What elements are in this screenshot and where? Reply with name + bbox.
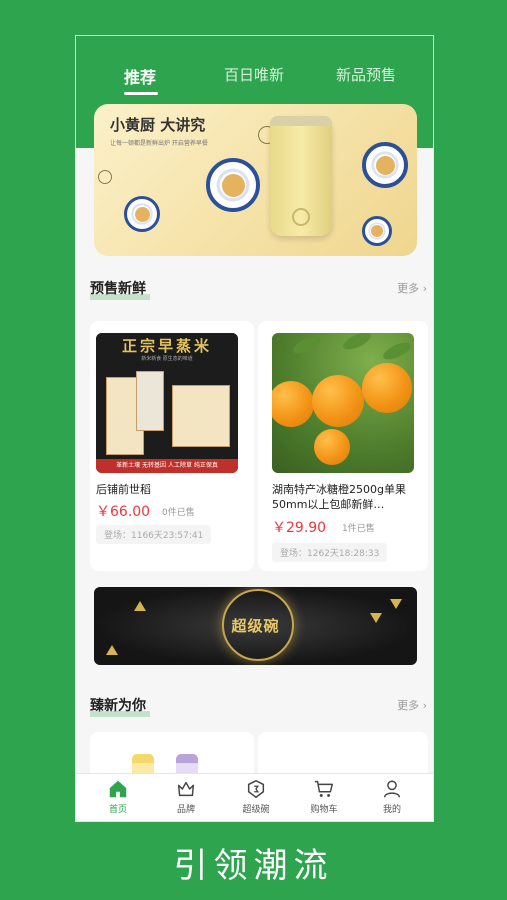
- user-icon: [383, 780, 401, 798]
- bowl-icon: [247, 780, 265, 798]
- product-price: ￥29.90: [272, 520, 327, 536]
- nav-label: 首页: [108, 805, 127, 815]
- image-caption-strip: 革新土壤 无转基因 人工除草 纯正保真: [96, 459, 238, 473]
- cart-icon: [314, 780, 333, 797]
- triangle-decoration: [134, 601, 146, 611]
- banner-subtitle: 让每一顿都是新鲜出炉 开启营养早餐: [110, 140, 208, 147]
- nav-super-bowl[interactable]: 超级碗: [226, 778, 286, 815]
- tab-recommend[interactable]: 推荐: [124, 64, 156, 88]
- nav-label: 超级碗: [242, 805, 270, 815]
- nav-brand[interactable]: 品牌: [156, 778, 216, 815]
- product-card-partial[interactable]: [90, 732, 254, 784]
- nav-cart[interactable]: 购物车: [294, 778, 354, 815]
- super-bowl-promo-banner[interactable]: 超级碗: [94, 587, 417, 665]
- product-image: 正宗早蒸米 新米新食 原生态的味道 革新土壤 无转基因 人工除草 纯正保真: [96, 333, 238, 473]
- more-link[interactable]: 更多 ›: [397, 280, 427, 296]
- tab-hundred-days[interactable]: 百日唯新: [224, 64, 284, 85]
- section-title: 预售新鲜: [90, 281, 146, 297]
- countdown-badge: 登场：1262天18:28:33: [272, 543, 388, 562]
- presale-section-header: 预售新鲜 更多 ›: [76, 274, 433, 302]
- nav-label: 购物车: [310, 805, 338, 815]
- nav-profile[interactable]: 我的: [362, 778, 422, 815]
- nav-home[interactable]: 首页: [88, 778, 148, 815]
- sold-count: 0件已售: [162, 508, 195, 518]
- sold-count: 1件已售: [342, 524, 375, 534]
- clock-icon: [98, 170, 112, 184]
- product-name: 湖南特产冰糖橙2500g单果50mm以上包邮新鲜…: [272, 483, 406, 511]
- top-tabs: 推荐 百日唯新 新品预售: [76, 56, 433, 96]
- active-tab-indicator: [124, 92, 158, 95]
- product-card-partial[interactable]: [258, 732, 428, 776]
- plate-image: [124, 196, 160, 232]
- triangle-decoration: [390, 599, 402, 609]
- more-link[interactable]: 更多 ›: [397, 697, 427, 713]
- section-title: 臻新为你: [90, 698, 146, 714]
- nav-label: 我的: [382, 805, 401, 815]
- bottom-navigation: 首页 品牌 超级碗 购物车 我的: [76, 773, 433, 821]
- promo-label: 超级碗: [231, 617, 280, 635]
- plate-image: [362, 142, 408, 188]
- nav-label: 品牌: [176, 805, 195, 815]
- recommend-section-header: 臻新为你 更多 ›: [76, 691, 433, 719]
- banner-title: 小黄厨 大讲究: [110, 116, 206, 134]
- product-card[interactable]: 正宗早蒸米 新米新食 原生态的味道 革新土壤 无转基因 人工除草 纯正保真 后铺…: [90, 321, 254, 571]
- tab-presale[interactable]: 新品预售: [336, 64, 396, 85]
- product-price: ￥66.00: [96, 504, 151, 520]
- egg-roll-machine-image: [270, 116, 332, 236]
- triangle-decoration: [106, 645, 118, 655]
- plate-image: [362, 216, 392, 246]
- app-screen: 推荐 百日唯新 新品预售 小黄厨 大讲究 让每一顿都是新鲜出炉 开启营养早餐 预…: [75, 35, 434, 822]
- crown-icon: [177, 781, 195, 797]
- product-card[interactable]: 湖南特产冰糖橙2500g单果50mm以上包邮新鲜… ￥29.90 1件已售 登场…: [258, 321, 428, 571]
- product-name: 后铺前世稻: [96, 483, 151, 496]
- image-subtitle: 新米新食 原生态的味道: [141, 356, 193, 362]
- product-image: [272, 333, 414, 473]
- hero-banner[interactable]: 小黄厨 大讲究 让每一顿都是新鲜出炉 开启营养早餐: [94, 104, 417, 256]
- countdown-badge: 登场：1166天23:57:41: [96, 525, 212, 544]
- home-icon: [109, 780, 127, 798]
- slogan-text: 引领潮流: [173, 846, 334, 886]
- image-title: 正宗早蒸米: [121, 337, 212, 355]
- plate-image: [206, 158, 260, 212]
